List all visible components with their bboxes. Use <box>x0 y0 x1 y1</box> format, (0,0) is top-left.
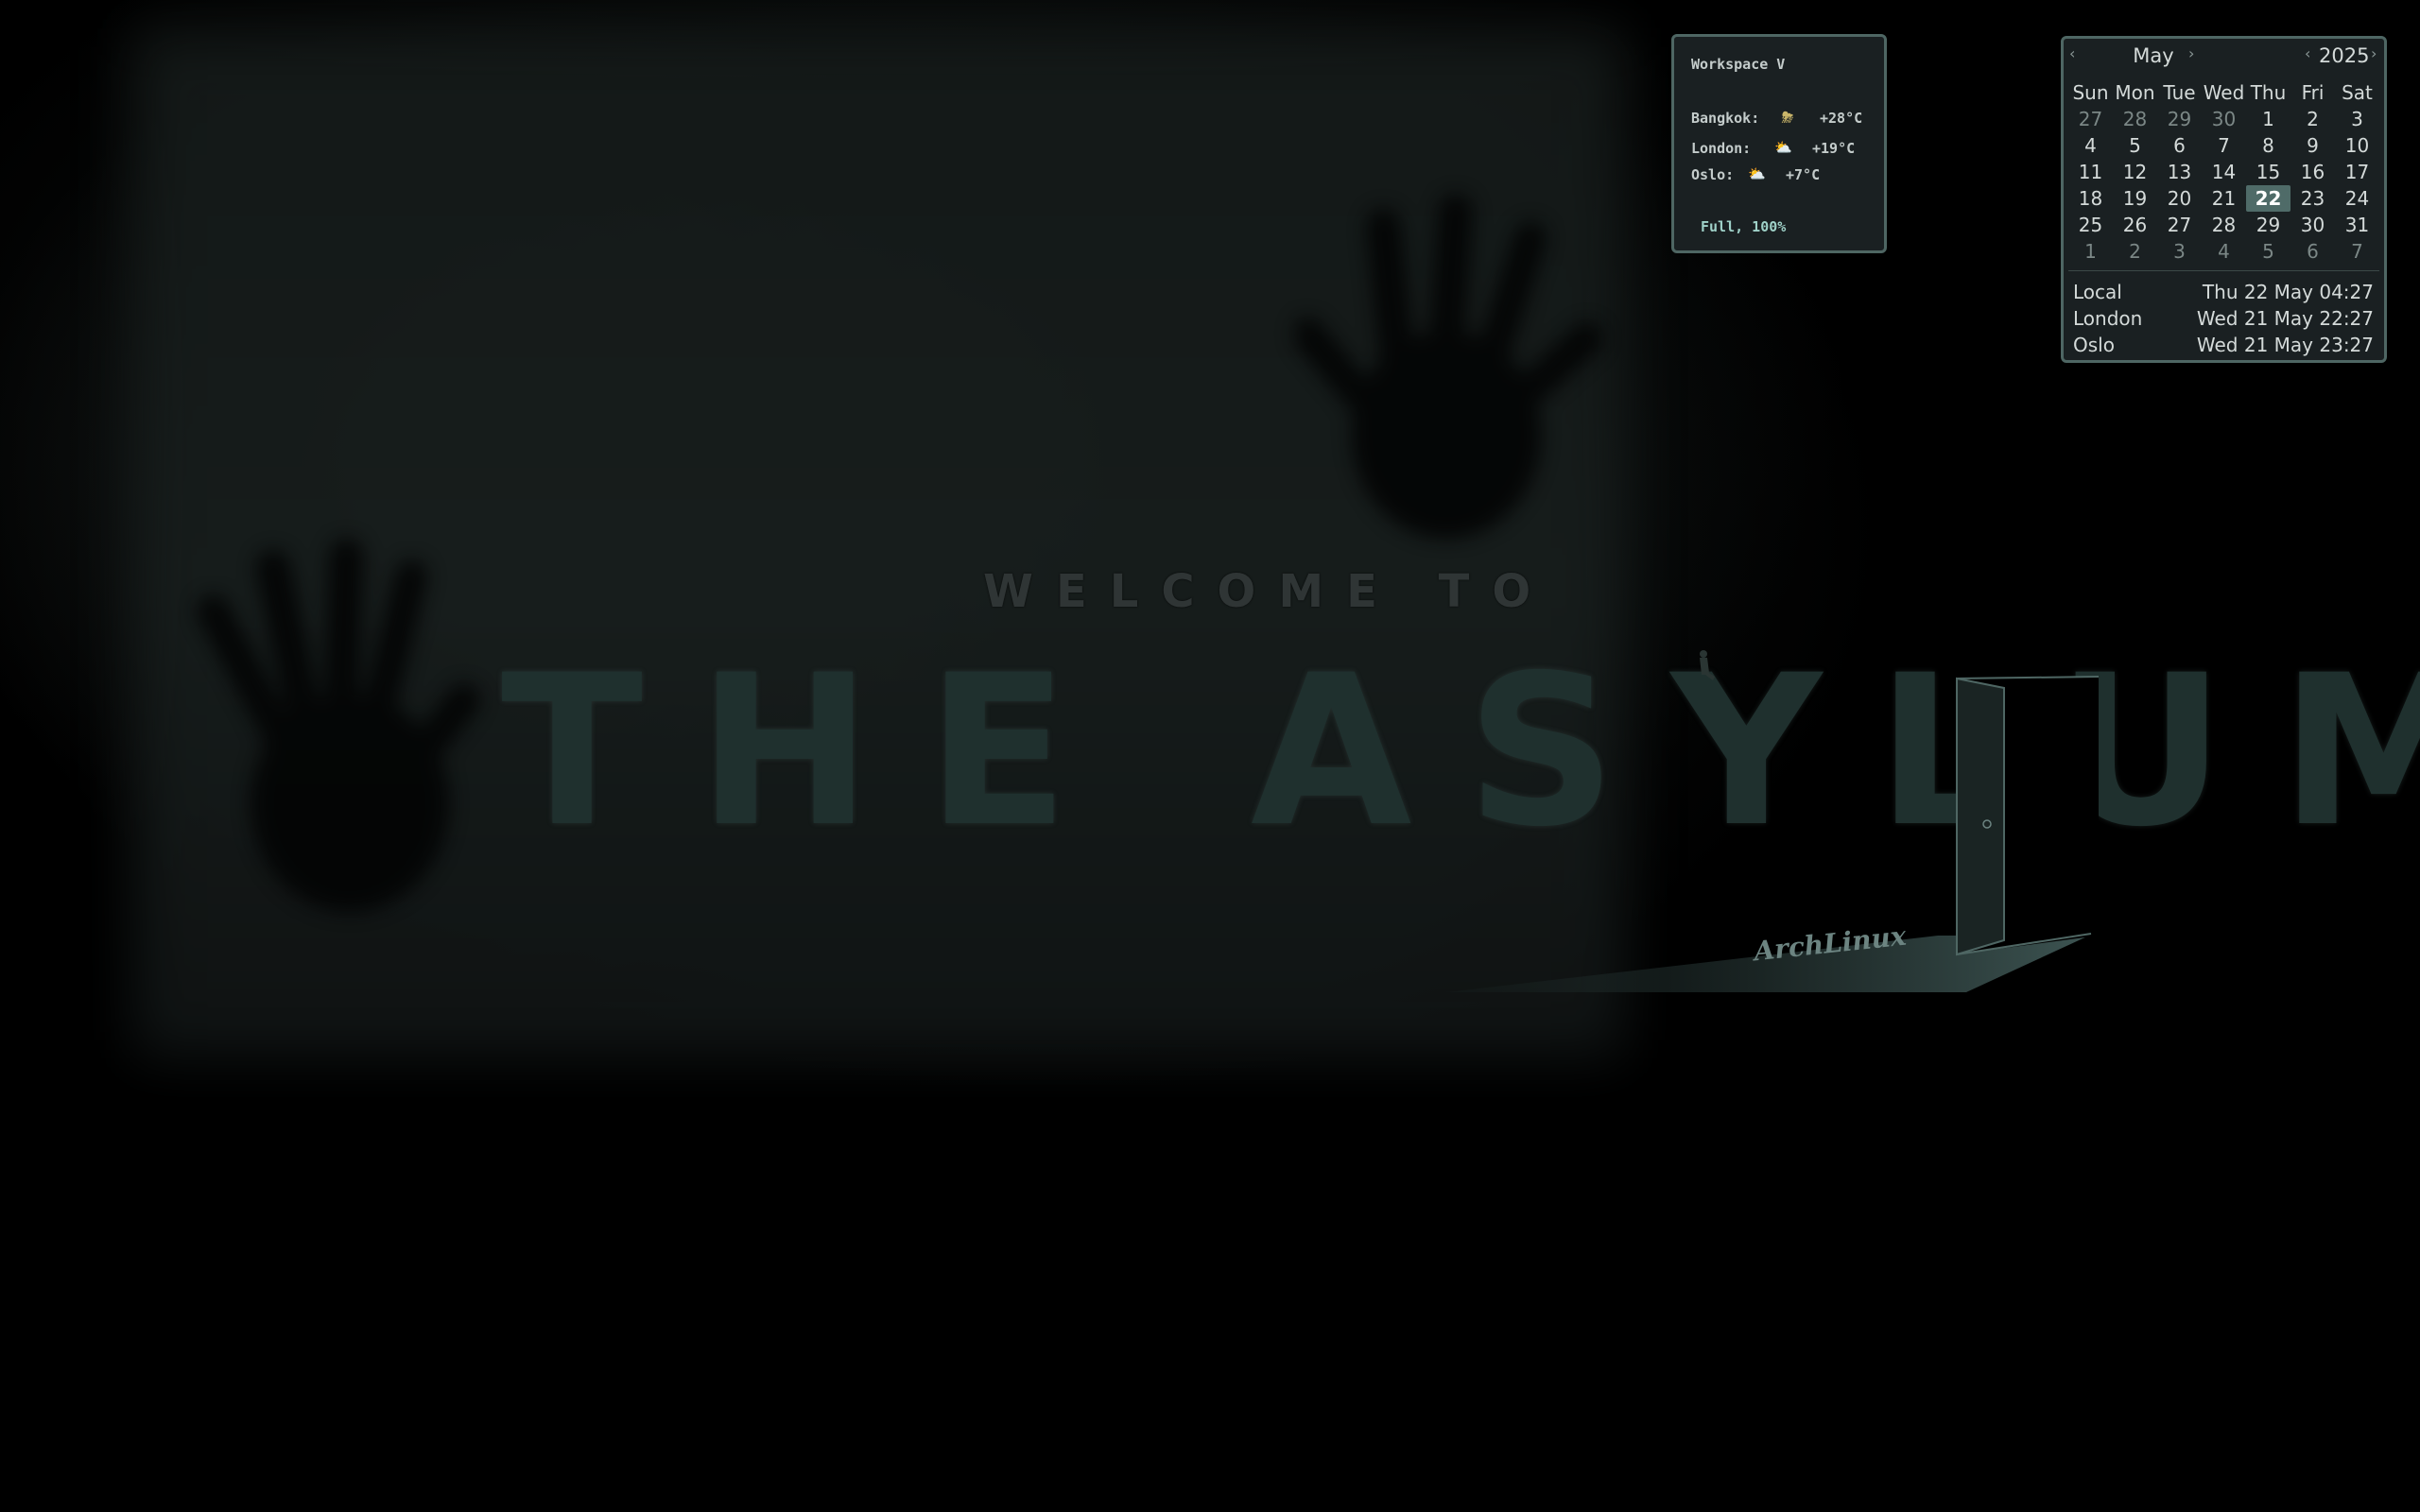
thunderstorm-icon: ⛈ <box>1782 109 1794 126</box>
timezone-row-local: Local Thu 22 May 04:27 <box>2073 281 2374 307</box>
weather-row-bangkok: Bangkok: ⛈ +28°C <box>1691 109 1880 130</box>
right-hand-silhouette <box>1295 194 1603 539</box>
timezone-row-oslo: Oslo Wed 21 May 23:27 <box>2073 334 2374 360</box>
timezone-name: London <box>2073 307 2143 330</box>
welcome-to-text: WELCOME TO <box>983 565 1554 618</box>
calendar-day[interactable]: 14 <box>2202 159 2246 185</box>
calendar-day[interactable]: 24 <box>2335 185 2379 212</box>
weekday-header: Fri <box>2301 81 2325 104</box>
calendar-day[interactable]: 31 <box>2335 212 2379 238</box>
calendar-day[interactable]: 27 <box>2157 212 2202 238</box>
weather-temp: +7°C <box>1786 166 1821 183</box>
weather-city: Oslo: <box>1691 166 1735 183</box>
weekday-header: Tue <box>2163 81 2196 104</box>
next-year-button[interactable]: › <box>2371 44 2377 62</box>
calendar-day[interactable]: 1 <box>2068 238 2113 265</box>
next-month-button[interactable]: › <box>2188 44 2194 62</box>
calendar-day[interactable]: 30 <box>2202 106 2246 132</box>
calendar-day[interactable]: 4 <box>2068 132 2113 159</box>
calendar-day[interactable]: 6 <box>2157 132 2202 159</box>
weekday-header: Mon <box>2115 81 2155 104</box>
calendar-day[interactable]: 29 <box>2157 106 2202 132</box>
calendar-day[interactable]: 2 <box>2113 238 2157 265</box>
calendar-year: 2025 <box>2319 44 2370 67</box>
partly-cloudy-icon: ⛅ <box>1748 165 1766 182</box>
calendar-month: May <box>2133 44 2174 67</box>
weekday-header: Sat <box>2342 81 2373 104</box>
calendar-day[interactable]: 12 <box>2113 159 2157 185</box>
timezone-time: Wed 21 May 22:27 <box>2196 307 2374 330</box>
weekday-header: Thu <box>2250 81 2287 104</box>
weather-city: Bangkok: <box>1691 110 1760 127</box>
calendar-day[interactable]: 9 <box>2290 132 2335 159</box>
timezone-time: Wed 21 May 23:27 <box>2196 334 2374 356</box>
calendar-widget: ‹ May › ‹ 2025 › Sun Mon Tue Wed Thu Fri Sat 27… <box>2061 36 2387 363</box>
calendar-day[interactable]: 16 <box>2290 159 2335 185</box>
calendar-day[interactable]: 6 <box>2290 238 2335 265</box>
calendar-day[interactable]: 5 <box>2246 238 2290 265</box>
calendar-day[interactable]: 3 <box>2335 106 2379 132</box>
calendar-day[interactable]: 28 <box>2113 106 2157 132</box>
timezone-name: Local <box>2073 281 2122 303</box>
weather-temp: +28°C <box>1820 110 1863 127</box>
calendar-day[interactable]: 17 <box>2335 159 2379 185</box>
calendar-day[interactable]: 1 <box>2246 106 2290 132</box>
weather-row-london: London: ⛅ +19°C <box>1691 139 1880 161</box>
timezone-time: Thu 22 May 04:27 <box>2202 281 2374 303</box>
workspace-label: Workspace V <box>1691 56 1786 73</box>
weekday-header: Wed <box>2203 81 2245 104</box>
calendar-divider <box>2068 270 2379 271</box>
weather-temp: +19°C <box>1812 140 1856 157</box>
left-hand-silhouette <box>197 539 480 912</box>
calendar-day[interactable]: 10 <box>2335 132 2379 159</box>
battery-status: Full, 100% <box>1701 218 1787 235</box>
calendar-day[interactable]: 20 <box>2157 185 2202 212</box>
calendar-day[interactable]: 19 <box>2113 185 2157 212</box>
calendar-day[interactable]: 5 <box>2113 132 2157 159</box>
calendar-day[interactable]: 21 <box>2202 185 2246 212</box>
calendar-day[interactable]: 26 <box>2113 212 2157 238</box>
calendar-day[interactable]: 8 <box>2246 132 2290 159</box>
calendar-day[interactable]: 7 <box>2335 238 2379 265</box>
calendar-day[interactable]: 18 <box>2068 185 2113 212</box>
prev-year-button[interactable]: ‹ <box>2305 44 2310 62</box>
calendar-day[interactable]: 15 <box>2246 159 2290 185</box>
prev-month-button[interactable]: ‹ <box>2069 44 2075 62</box>
calendar-day[interactable]: 28 <box>2202 212 2246 238</box>
calendar-day-today[interactable]: 22 <box>2246 185 2290 212</box>
weather-city: London: <box>1691 140 1752 157</box>
calendar-day[interactable]: 27 <box>2068 106 2113 132</box>
weekday-header: Sun <box>2072 81 2109 104</box>
calendar-day[interactable]: 30 <box>2290 212 2335 238</box>
calendar-day[interactable]: 11 <box>2068 159 2113 185</box>
calendar-day[interactable]: 2 <box>2290 106 2335 132</box>
calendar-day[interactable]: 13 <box>2157 159 2202 185</box>
weather-row-oslo: Oslo: ⛅ +7°C <box>1691 165 1880 187</box>
system-info-widget: Workspace V Bangkok: ⛈ +28°C London: ⛅ +… <box>1671 34 1887 253</box>
timezone-name: Oslo <box>2073 334 2115 356</box>
calendar-day[interactable]: 4 <box>2202 238 2246 265</box>
calendar-day[interactable]: 7 <box>2202 132 2246 159</box>
partly-cloudy-icon: ⛅ <box>1774 139 1792 156</box>
calendar-day[interactable]: 25 <box>2068 212 2113 238</box>
calendar-day[interactable]: 23 <box>2290 185 2335 212</box>
calendar-day[interactable]: 29 <box>2246 212 2290 238</box>
desktop-wallpaper: WELCOME TO THE ASYLUM ArchLinux <box>0 0 2420 1512</box>
timezone-row-london: London Wed 21 May 22:27 <box>2073 307 2374 334</box>
calendar-day[interactable]: 3 <box>2157 238 2202 265</box>
